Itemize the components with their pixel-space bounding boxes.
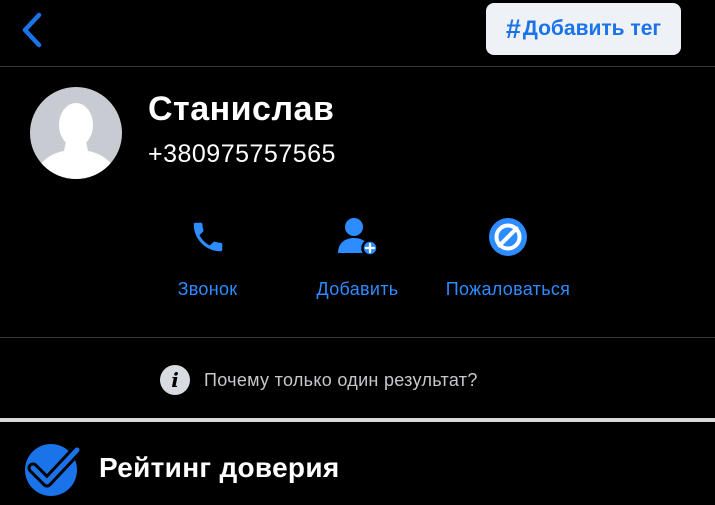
add-tag-label: Добавить тег [522, 17, 662, 40]
info-icon: i [160, 365, 190, 395]
person-silhouette-icon [34, 103, 118, 179]
avatar [30, 87, 122, 179]
why-one-result-link[interactable]: i Почему только один результат? [160, 364, 478, 396]
call-label: Звонок [177, 279, 238, 299]
add-person-icon [337, 218, 379, 257]
trust-rating-section[interactable]: Рейтинг доверия [24, 440, 340, 496]
section-divider [0, 418, 715, 422]
back-button[interactable] [14, 10, 50, 50]
shield-check-icon [25, 444, 83, 496]
top-bar: # Добавить тег [0, 0, 715, 66]
add-tag-button[interactable]: # Добавить тег [486, 3, 681, 55]
call-button[interactable]: Звонок [165, 215, 250, 300]
divider [0, 66, 715, 67]
block-icon [489, 218, 527, 256]
report-button[interactable]: Пожаловаться [437, 215, 579, 300]
chevron-left-icon [22, 12, 42, 48]
trust-rating-title: Рейтинг доверия [99, 452, 340, 483]
phone-icon [193, 222, 222, 252]
add-contact-label: Добавить [316, 279, 399, 299]
divider [0, 337, 715, 338]
hash-icon: # [505, 13, 521, 44]
add-contact-button[interactable]: Добавить [305, 215, 410, 300]
report-label: Пожаловаться [445, 279, 571, 299]
why-one-result-text: Почему только один результат? [204, 369, 478, 390]
contact-phone: +380975757565 [148, 140, 336, 168]
contact-name: Станислав [148, 90, 335, 128]
